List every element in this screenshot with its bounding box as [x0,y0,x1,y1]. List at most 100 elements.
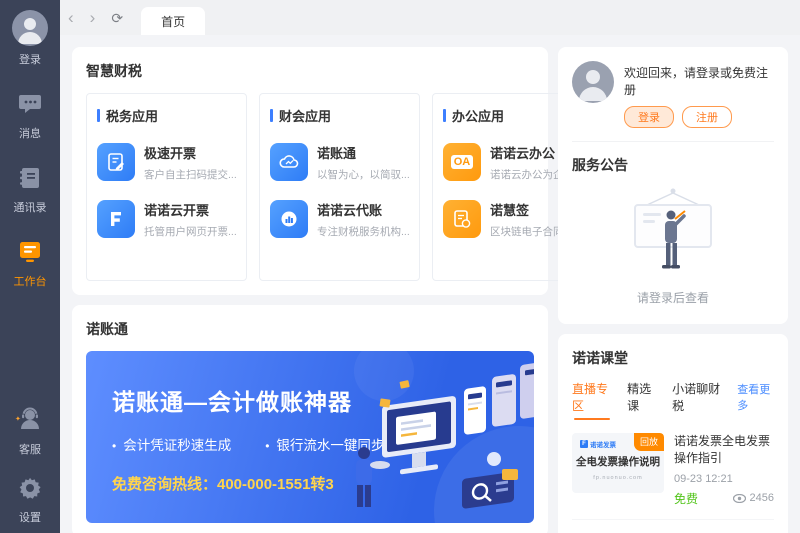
column-header: 财会应用 [270,106,409,125]
welcome-buttons: 登录 注册 [624,106,774,128]
main-area: ‹ › ⟳ 首页 智慧财税 税务应用 极速开票 客户自主扫码提交... 诺诺云开… [60,0,800,533]
app-text: 诺诺云代账 专注财税服务机构... [317,200,409,239]
app-window: 登录 消息 通讯录 工作台 客服 [0,0,800,533]
app-item-nuozhangtong[interactable]: 诺账通 以智为心，以简驭... [270,143,409,182]
tab-home[interactable]: 首页 [141,7,206,35]
message-bubble-icon [18,93,42,120]
banner-illustration [354,351,534,523]
thumb-brand-text: 诺诺发票 [590,442,616,449]
register-button[interactable]: 注册 [682,106,732,128]
sidebar-item-messages[interactable]: 消息 [18,93,42,141]
smart-tax-title: 智慧财税 [86,63,142,79]
header-accent-bar [443,109,446,122]
column-header-label: 财会应用 [279,109,332,124]
banner-bullet-1: 会计凭证秒速生成 [112,434,231,454]
oa-icon-label: OA [450,155,474,169]
sidebar-item-contacts[interactable]: 通讯录 [14,167,47,215]
nuonuo-f-icon [97,200,135,238]
app-desc: 专注财税服务机构... [317,226,409,238]
app-column-finance: 财会应用 诺账通 以智为心，以简驭... 诺诺云代账 专注财税服务机构... [259,93,420,281]
app-desc: 客户自主扫码提交... [144,169,236,181]
back-button[interactable]: ‹ [60,9,82,26]
smart-tax-card: 智慧财税 税务应用 极速开票 客户自主扫码提交... 诺诺云开票 托管用户网页开… [72,47,593,295]
course-body: 诺诺发票全电发票操作指引 09-23 12:21 免费 2456 [674,433,774,507]
welcome-avatar-icon [572,61,614,103]
app-text: 极速开票 客户自主扫码提交... [144,143,236,182]
notice-illustration [572,185,774,281]
thumb-title: 全电发票操作说明 [576,456,660,468]
notice-title: 服务公告 [572,157,628,173]
sidebar-settings-label: 设置 [19,512,41,524]
classroom-card: 诺诺课堂 直播专区 精选课 小诺聊财税 查看更多 F 诺诺发票 全电发票操作说明… [558,334,788,533]
welcome-text-block: 欢迎回来，请登录或免费注册 登录 注册 [624,61,774,128]
sidebar: 登录 消息 通讯录 工作台 客服 [0,0,60,533]
app-desc: 托管用户网页开票... [144,226,236,238]
classroom-title: 诺诺课堂 [572,350,628,366]
classroom-tabs: 直播专区 精选课 小诺聊财税 查看更多 [572,380,774,420]
eye-icon [732,493,746,503]
tab-home-label: 首页 [161,14,186,29]
nzt-banner[interactable]: 诺账通—会计做账神器 会计凭证秒速生成 银行流水一键同步 免费咨询热线：400-… [86,351,534,523]
app-text: 诺账通 以智为心，以简驭... [317,143,409,182]
view-more-link[interactable]: 查看更多 [737,381,774,419]
app-text: 诺诺云开票 托管用户网页开票... [144,200,236,239]
app-item-yunkaipiao[interactable]: 诺诺云开票 托管用户网页开票... [97,200,236,239]
app-column-tax: 税务应用 极速开票 客户自主扫码提交... 诺诺云开票 托管用户网页开票... [86,93,247,281]
thumb-brand: F 诺诺发票 [580,439,616,449]
thumb-subtitle: fp.nuonuo.com [593,475,643,481]
header-accent-bar [270,109,273,122]
customer-service-icon [15,407,47,436]
contract-seal-icon [443,200,481,238]
contacts-book-icon [18,167,42,194]
nuonuo-logo-icon: F [580,440,588,448]
app-columns: 税务应用 极速开票 客户自主扫码提交... 诺诺云开票 托管用户网页开票... … [86,93,593,281]
cloud-chart-icon [270,200,308,238]
column-header-label: 办公应用 [452,109,505,124]
content: 智慧财税 税务应用 极速开票 客户自主扫码提交... 诺诺云开票 托管用户网页开… [60,35,800,533]
sidebar-service-label: 客服 [19,444,41,456]
column-header-label: 税务应用 [106,109,159,124]
course-price: 免费 [674,491,699,506]
invoice-doc-icon [97,143,135,181]
replay-badge: 回放 [633,433,664,451]
column-header: 税务应用 [97,106,236,125]
app-item-yundaizhang[interactable]: 诺诺云代账 专注财税服务机构... [270,200,409,239]
topbar: ‹ › ⟳ 首页 [60,0,800,35]
sidebar-contacts-label: 通讯录 [13,202,47,214]
nzt-card: 诺账通 诺账通—会计做账神器 会计凭证秒速生成 银行流水一键同步 免费咨询热线：… [72,305,548,533]
sidebar-item-service[interactable]: 客服 [15,407,47,457]
left-column: 智慧财税 税务应用 极速开票 客户自主扫码提交... 诺诺云开票 托管用户网页开… [72,47,593,533]
login-button[interactable]: 登录 [624,106,674,128]
app-name: 诺诺云代账 [317,203,383,218]
course-item-2[interactable]: 全电票新政 及实操解读 回放 全电票新政及实操解读 07-12 14:00 ¥9… [572,520,774,533]
welcome-text: 欢迎回来，请登录或免费注册 [624,66,769,97]
app-desc: 以智为心，以简驭... [317,169,409,181]
refresh-button[interactable]: ⟳ [103,11,131,25]
gear-icon [19,477,41,504]
course-views: 2456 [732,492,774,505]
tab-live-zone[interactable]: 直播专区 [572,380,612,420]
app-name: 诺诺云开票 [144,203,210,218]
course-title: 诺诺发票全电发票操作指引 [674,434,771,466]
app-item-jisukaipiao[interactable]: 极速开票 客户自主扫码提交... [97,143,236,182]
notice-empty-text: 请登录后查看 [636,291,709,305]
sidebar-item-settings[interactable]: 设置 [19,477,41,525]
nzt-title: 诺账通 [86,321,128,337]
welcome-block: 欢迎回来，请登录或免费注册 登录 注册 [572,61,774,128]
app-name: 极速开票 [144,146,197,161]
forward-button[interactable]: › [82,9,104,26]
sidebar-item-login[interactable]: 登录 [12,10,48,67]
course-item-1[interactable]: F 诺诺发票 全电发票操作说明 fp.nuonuo.com 回放 诺诺发票全电发… [572,420,774,520]
user-avatar-icon [12,10,48,46]
app-name: 诺账通 [317,146,357,161]
right-column: 欢迎回来，请登录或免费注册 登录 注册 服务公告 请登录后查看 诺诺课堂 直播专… [558,47,788,533]
cloud-icon [270,143,308,181]
sidebar-item-workbench[interactable]: 工作台 [14,241,47,289]
header-accent-bar [97,109,100,122]
welcome-notice-card: 欢迎回来，请登录或免费注册 登录 注册 服务公告 请登录后查看 [558,47,788,324]
views-count: 2456 [749,492,774,505]
divider [572,141,774,142]
tab-tax-chat[interactable]: 小诺聊财税 [672,380,722,420]
sidebar-login-label: 登录 [19,54,41,66]
tab-selected-courses[interactable]: 精选课 [627,380,657,420]
